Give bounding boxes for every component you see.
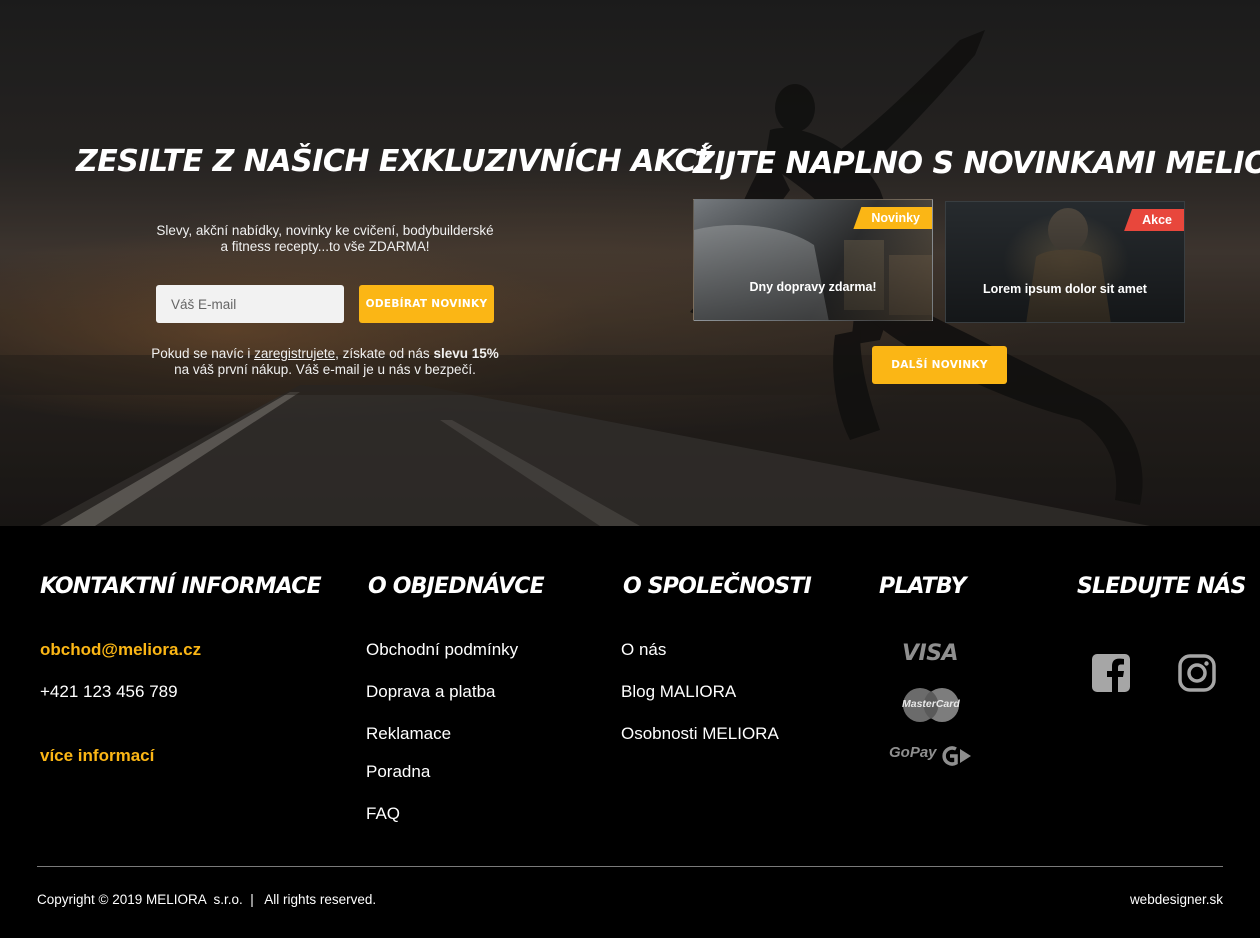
news-card-title: Dny dopravy zdarma! (749, 280, 877, 294)
promo-description: Slevy, akční nabídky, novinky ke cvičení… (130, 223, 520, 255)
more-info-link[interactable]: více informací (40, 746, 154, 766)
hero-section: Zesilte z našich exkluzivních akcí Slevy… (0, 0, 1260, 526)
news-card[interactable]: Novinky Dny dopravy zdarma! (693, 199, 933, 321)
discount-text: slevu 15% (433, 346, 499, 361)
facebook-icon[interactable] (1092, 654, 1130, 697)
footer-link-faq[interactable]: FAQ (366, 804, 400, 824)
footer-heading: O objednávce (368, 574, 545, 599)
gopay-icon: GoPay (889, 744, 971, 766)
subscribe-button[interactable]: Odebírat novinky (359, 285, 494, 323)
contact-phone: +421 123 456 789 (40, 682, 178, 701)
contact-email-link[interactable]: obchod@meliora.cz (40, 640, 201, 660)
footer-link-complaints[interactable]: Reklamace (366, 724, 451, 744)
more-news-button[interactable]: Další novinky (872, 346, 1007, 384)
promo-title: Zesilte z našich exkluzivních akcí (76, 144, 707, 179)
note-text: , získate od nás (335, 346, 434, 361)
footer-payments: Platby (879, 574, 967, 599)
footer-link-terms[interactable]: Obchodní podmínky (366, 640, 518, 660)
copyright-text: Copyright © 2019 MELIORA s.r.o. | All ri… (37, 892, 377, 907)
footer-contact: Kontaktní informace (40, 574, 322, 599)
note-text: Pokud se navíc i (151, 346, 255, 361)
gopay-text: GoPay (889, 744, 937, 761)
news-title: Žijte naplno s novinkami MELIORA (693, 146, 1260, 181)
footer-company: O společnosti (623, 574, 812, 599)
mastercard-text: MasterCard (902, 698, 960, 710)
webdesigner-link[interactable]: webdesigner.sk (1130, 892, 1223, 907)
promo-description-line: a fitness recepty...to vše ZDARMA! (220, 239, 430, 254)
gopay-logo-mark (942, 746, 971, 766)
email-field[interactable] (156, 285, 344, 323)
visa-icon: VISA (902, 641, 959, 666)
register-link[interactable]: zaregistrujete (254, 346, 335, 361)
instagram-logo (1178, 654, 1216, 692)
footer-link-personalities[interactable]: Osobnosti MELIORA (621, 724, 779, 744)
footer-link-shipping[interactable]: Doprava a platba (366, 682, 495, 702)
visa-text: VISA (902, 641, 959, 666)
news-card-title: Lorem ipsum dolor sit amet (983, 282, 1147, 296)
footer-heading: Platby (879, 574, 967, 599)
footer-heading: O společnosti (623, 574, 812, 599)
footer-link-advice[interactable]: Poradna (366, 762, 430, 782)
mastercard-icon: MasterCard (899, 686, 963, 729)
footer-link-about[interactable]: O nás (621, 640, 666, 660)
news-tag: Novinky (853, 207, 932, 229)
news-tag: Akce (1124, 209, 1184, 231)
footer-divider (37, 866, 1223, 867)
footer-link-blog[interactable]: Blog MALIORA (621, 682, 736, 702)
note-text: na váš první nákup. Váš e-mail je u nás … (174, 362, 476, 377)
footer-heading: Sledujte nás (1077, 574, 1246, 599)
facebook-logo (1092, 654, 1130, 692)
instagram-icon[interactable] (1178, 654, 1216, 697)
footer-order: O objednávce (368, 574, 545, 599)
registration-note: Pokud se navíc i zaregistrujete, získate… (120, 346, 530, 378)
news-card[interactable]: Akce Lorem ipsum dolor sit amet (945, 201, 1185, 323)
promo-description-line: Slevy, akční nabídky, novinky ke cvičení… (156, 223, 494, 238)
footer-social: Sledujte nás (1077, 574, 1246, 599)
footer-heading: Kontaktní informace (40, 574, 322, 599)
